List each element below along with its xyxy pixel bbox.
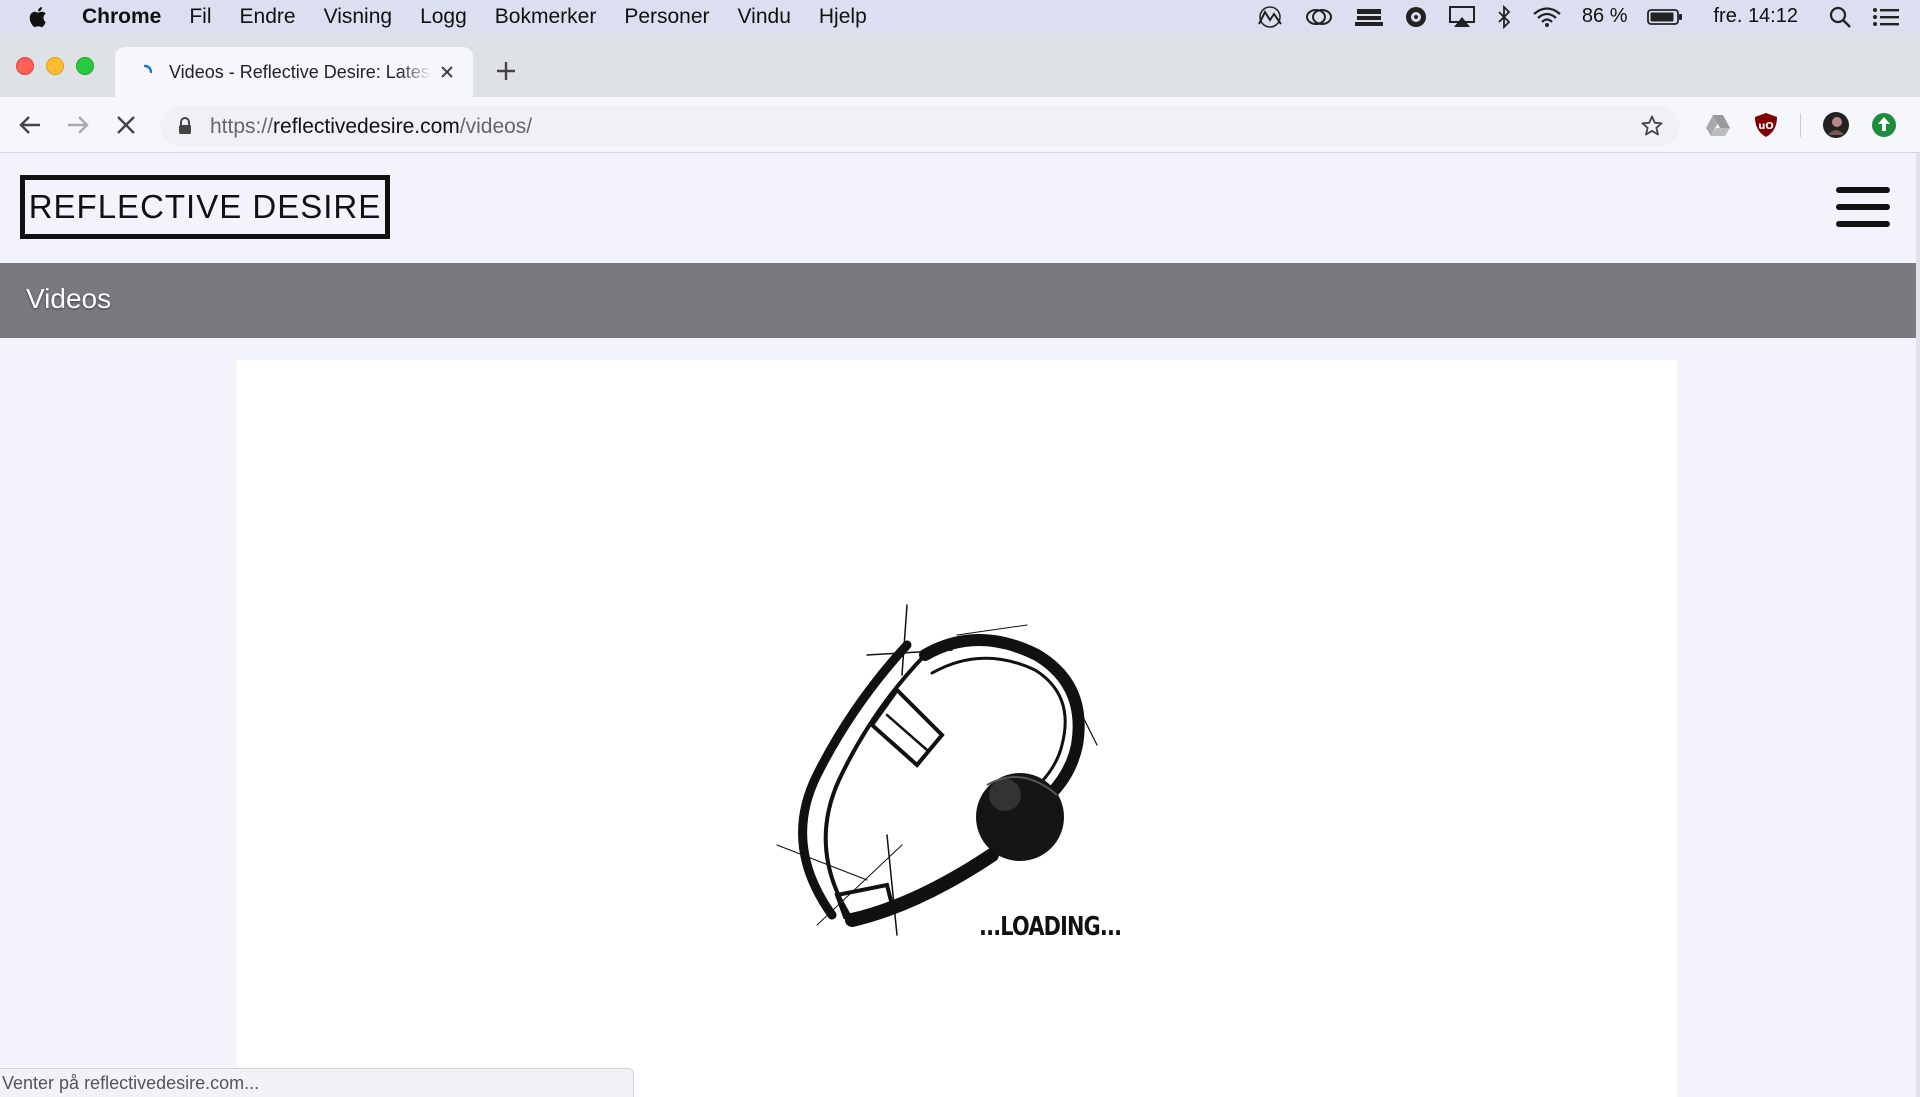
google-drive-extension-icon[interactable] [1704, 111, 1732, 139]
dock-icon[interactable] [1354, 6, 1384, 28]
cc-sync-icon[interactable] [1304, 6, 1334, 28]
airplay-icon[interactable] [1448, 5, 1476, 29]
site-header: REFLECTIVE DESIRE [0, 153, 1916, 263]
content-area: ...LOADING... [237, 360, 1677, 1097]
lock-icon[interactable] [178, 117, 192, 135]
disk-icon[interactable] [1404, 5, 1428, 29]
site-logo[interactable]: REFLECTIVE DESIRE [20, 175, 390, 239]
window-zoom-button[interactable] [76, 57, 94, 75]
apple-menu-icon[interactable] [28, 5, 62, 29]
new-tab-icon[interactable] [494, 59, 518, 83]
menu-visning[interactable]: Visning [324, 5, 393, 29]
page-scrollbar[interactable] [1916, 153, 1920, 1097]
macos-menubar: Chrome Fil Endre Visning Logg Bokmerker … [0, 0, 1920, 33]
update-available-icon[interactable] [1870, 111, 1898, 139]
spotlight-search-icon[interactable] [1828, 5, 1852, 29]
menu-personer[interactable]: Personer [624, 5, 709, 29]
menu-logg[interactable]: Logg [420, 5, 467, 29]
address-bar[interactable]: https://reflectivedesire.com/videos/ [160, 105, 1680, 147]
page-title-bar: Videos [0, 263, 1916, 338]
page-title: Videos [26, 283, 112, 314]
browser-toolbar: https://reflectivedesire.com/videos/ uO [0, 97, 1920, 153]
status-bubble: Venter på reflectivedesire.com... [0, 1068, 634, 1097]
svg-text:uO: uO [1758, 121, 1774, 132]
toolbar-divider [1800, 113, 1801, 137]
menubar-status-area: 86 % fre. 14:12 [1256, 0, 1900, 33]
creative-cloud-icon[interactable] [1256, 5, 1284, 28]
battery-percent[interactable]: 86 % [1582, 5, 1628, 28]
bluetooth-icon[interactable] [1496, 4, 1512, 29]
bookmark-star-icon[interactable] [1640, 114, 1664, 138]
ball-gag-sketch-loading-icon [776, 604, 1098, 936]
url-host: reflectivedesire.com [273, 115, 460, 138]
tab-close-icon[interactable] [437, 62, 457, 82]
wifi-icon[interactable] [1532, 6, 1562, 28]
url-scheme: https:// [210, 115, 274, 138]
tab-videos[interactable]: Videos - Reflective Desire: Latest [115, 47, 473, 97]
window-minimize-button[interactable] [46, 57, 64, 75]
menu-hjelp[interactable]: Hjelp [819, 5, 867, 29]
stop-loading-icon[interactable] [112, 111, 140, 139]
loading-text: ...LOADING... [979, 912, 1122, 942]
tab-title: Videos - Reflective Desire: Latest [169, 61, 431, 82]
url-path: /videos/ [459, 115, 533, 138]
menu-app-chrome[interactable]: Chrome [82, 5, 161, 29]
tab-strip: Videos - Reflective Desire: Latest [0, 33, 1920, 97]
url-text[interactable]: https://reflectivedesire.com/videos/ [210, 115, 532, 139]
menu-fil[interactable]: Fil [189, 5, 211, 29]
loading-spinner-icon [143, 64, 153, 74]
menubar-clock[interactable]: fre. 14:12 [1713, 5, 1798, 28]
forward-arrow-icon[interactable] [64, 111, 92, 139]
menu-vindu[interactable]: Vindu [738, 5, 791, 29]
ublock-origin-extension-icon[interactable]: uO [1752, 111, 1780, 139]
menu-bokmerker[interactable]: Bokmerker [495, 5, 597, 29]
battery-icon[interactable] [1647, 8, 1683, 26]
notification-center-icon[interactable] [1872, 6, 1900, 28]
profile-avatar-icon[interactable] [1822, 111, 1850, 139]
hamburger-menu-icon[interactable] [1836, 187, 1890, 227]
back-arrow-icon[interactable] [16, 111, 44, 139]
menu-endre[interactable]: Endre [240, 5, 296, 29]
web-page: REFLECTIVE DESIRE Videos ...LOADING... [0, 153, 1916, 1097]
site-logo-text: REFLECTIVE DESIRE [28, 188, 382, 225]
window-close-button[interactable] [16, 57, 34, 75]
